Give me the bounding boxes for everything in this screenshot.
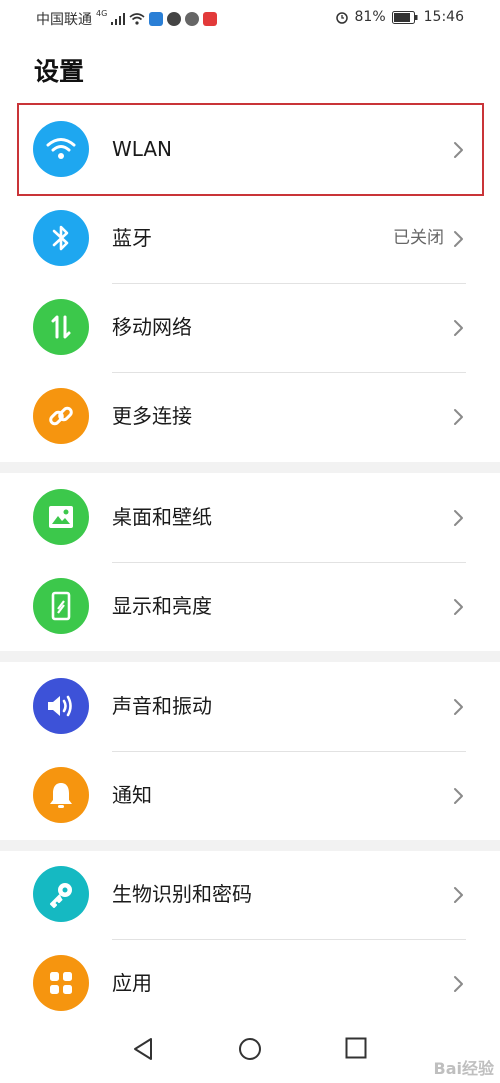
section-separator [0,840,500,851]
settings-item-9[interactable]: 生物识别和密码 [0,850,500,939]
settings-item-label: 桌面和壁纸 [112,505,212,529]
recents-icon[interactable] [345,1037,367,1059]
settings-item-5[interactable]: 桌面和壁纸 [0,473,500,562]
divider [112,372,466,373]
home-icon[interactable] [238,1037,262,1061]
settings-item-label: 移动网络 [112,315,192,339]
divider [112,283,466,284]
chevron-right-icon [454,976,463,992]
settings-item-2[interactable]: 蓝牙 已关闭 [0,194,500,283]
page-title: 设置 [34,57,85,86]
settings-item-4[interactable]: 更多连接 [0,372,500,461]
network-type: 4G [96,8,108,18]
chevron-right-icon [454,231,463,247]
chevron-right-icon [454,599,463,615]
link-icon [33,388,89,444]
mobile-data-icon [33,299,89,355]
display-icon [33,578,89,634]
chevron-right-icon [454,887,463,903]
apps-icon [33,955,89,1011]
settings-item-label: 显示和亮度 [112,594,212,618]
chevron-right-icon [454,788,463,804]
chevron-right-icon [454,699,463,715]
watermark: Bai经验 [433,1059,494,1078]
key-icon [33,866,89,922]
settings-item-label: 更多连接 [112,404,192,428]
settings-item-label: 通知 [112,783,152,807]
wallpaper-icon [33,489,89,545]
chevron-right-icon [454,409,463,425]
bell-icon [33,767,89,823]
back-icon[interactable] [132,1037,154,1061]
bluetooth-icon [33,210,89,266]
divider [112,194,466,195]
settings-item-label: WLAN [112,137,173,161]
battery-icon [391,10,418,24]
carrier-name: 中国联通 [36,12,92,28]
wifi-status-icon [129,13,145,25]
app-notification-icon [203,12,218,26]
chevron-right-icon [454,320,463,336]
section-separator [0,651,500,662]
wifi-icon [33,121,89,177]
settings-item-8[interactable]: 通知 [0,751,500,840]
settings-item-10[interactable]: 应用 [0,939,500,1028]
divider [112,562,466,563]
navigation-bar: Bai经验 [0,1023,500,1083]
settings-item-3[interactable]: 移动网络 [0,283,500,372]
settings-item-1[interactable]: WLAN [0,105,500,194]
status-bar-right: 81% 15:46 [335,9,464,25]
settings-item-label: 生物识别和密码 [112,882,252,906]
sound-icon [33,678,89,734]
status-bar: 中国联通 4G 81% 15:46 [0,0,500,34]
clock: 15:46 [423,9,464,25]
divider [112,751,466,752]
app-notification-icon [185,12,200,26]
battery-percent: 81% [354,9,386,25]
section-separator [0,462,500,473]
divider [112,939,466,940]
signal-icon [111,13,126,25]
app-notification-icon [149,12,164,26]
settings-item-7[interactable]: 声音和振动 [0,662,500,751]
settings-item-label: 声音和振动 [112,694,212,718]
settings-item-value: 已关闭 [393,228,444,248]
chevron-right-icon [454,510,463,526]
app-notification-icon [167,12,182,26]
status-bar-left: 中国联通 4G [36,8,218,29]
settings-item-label: 蓝牙 [112,226,152,250]
alarm-icon [335,12,348,24]
chevron-right-icon [454,142,463,158]
settings-item-6[interactable]: 显示和亮度 [0,562,500,651]
settings-item-label: 应用 [112,971,152,995]
